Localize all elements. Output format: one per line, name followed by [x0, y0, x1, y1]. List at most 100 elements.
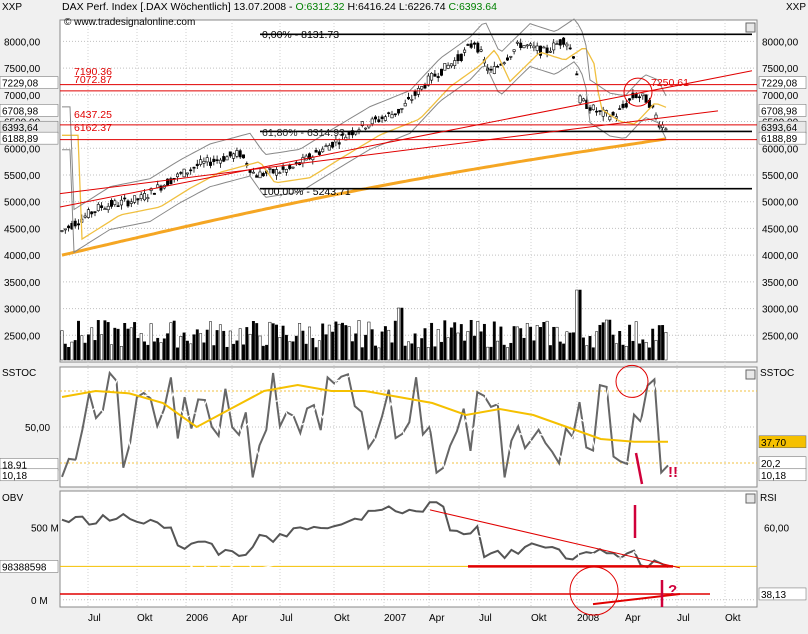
candle-body [146, 197, 150, 200]
candle-body [215, 159, 219, 161]
price-y-tick-left: 2500,00 [4, 331, 41, 342]
volume-bar [133, 322, 137, 361]
obv-label-left: OBV [2, 493, 24, 504]
volume-bar [657, 325, 661, 361]
candle-body [261, 173, 265, 177]
volume-bar [486, 346, 490, 361]
volume-bar [83, 342, 87, 361]
pane-close-button-0[interactable] [745, 22, 756, 33]
volume-bar [294, 335, 298, 361]
candle-body [496, 65, 500, 68]
candle-body [185, 172, 189, 175]
volume-bar [284, 334, 288, 361]
x-tick-label: Jul [479, 613, 492, 624]
price-y-tick-left: 3500,00 [4, 278, 41, 289]
volume-bar [321, 323, 325, 361]
volume-bar [496, 340, 500, 361]
volume-bar [618, 331, 622, 361]
candle-body [552, 42, 556, 51]
volume-bar [443, 320, 447, 361]
candle-body [591, 104, 595, 111]
candle-body [222, 156, 226, 162]
open-value: O:6312.32 [295, 1, 345, 13]
volume-bar [278, 337, 282, 361]
volume-bar [271, 323, 275, 361]
volume-bar [357, 320, 361, 361]
pane-close-button-1[interactable] [745, 369, 756, 380]
price-y-tick-right: 3500,00 [762, 278, 799, 289]
candle-body [93, 211, 97, 213]
volume-bar [562, 343, 566, 361]
volume-bar [100, 334, 104, 361]
candle-body [103, 208, 107, 211]
volume-bar [334, 321, 338, 361]
candle-body [548, 50, 552, 53]
candle-body [624, 103, 628, 108]
price-y-tick-right: 5500,00 [762, 171, 799, 182]
volume-bar [555, 326, 559, 361]
price-y-tick-right: 4000,00 [762, 251, 799, 262]
level-label-7250: 7250.61 [651, 77, 689, 89]
volume-bar [621, 344, 625, 361]
candle-body [641, 93, 645, 97]
volume-bar [420, 338, 424, 361]
candle-body [390, 114, 394, 119]
candle-body [119, 199, 123, 206]
volume-bar [182, 332, 186, 361]
candle-body [403, 103, 407, 107]
volume-bar [654, 340, 658, 361]
price-pane [59, 19, 758, 363]
candle-body [410, 99, 414, 101]
volume-bar [344, 325, 348, 361]
pane-close-button-2[interactable] [745, 493, 756, 504]
price-y-tick-left: 7500,00 [4, 64, 41, 75]
volume-bar [291, 341, 295, 361]
candle-body [492, 66, 496, 74]
price-badge-left-3: 6188,89 [2, 134, 39, 145]
candle-body [139, 194, 143, 199]
rsi-label-right: RSI [760, 493, 777, 504]
candle-body [525, 44, 529, 47]
volume-bar [370, 329, 374, 361]
candle-body [449, 63, 453, 67]
candle-body [387, 112, 391, 114]
candle-body [654, 114, 658, 119]
candle-body [439, 68, 443, 76]
volume-bar [608, 319, 612, 361]
volume-bar [301, 330, 305, 361]
volume-bar [387, 329, 391, 361]
fib-label-618: 61,80% - 6314.93 [262, 127, 345, 139]
candle-body [331, 141, 335, 148]
candle-body [453, 60, 457, 67]
volume-bar [542, 321, 546, 361]
candle-body [634, 93, 638, 98]
volume-bar [628, 324, 632, 361]
price-y-tick-left: 5500,00 [4, 171, 41, 182]
volume-bar [106, 322, 110, 361]
candle-body [123, 197, 127, 200]
volume-bar [506, 347, 509, 361]
candle-body [595, 110, 599, 113]
candle-body [301, 157, 305, 164]
candle-body [126, 200, 130, 207]
volume-bar [96, 320, 100, 361]
volume-bar [350, 341, 354, 361]
volume-bar [463, 340, 467, 361]
volume-bar [281, 325, 285, 361]
volume-bar [377, 347, 381, 361]
volume-bar [258, 335, 262, 361]
volume-bar [235, 340, 239, 361]
candle-body [377, 119, 381, 123]
volume-bar [638, 343, 641, 361]
candle-body [397, 108, 401, 114]
volume-bar [159, 342, 163, 361]
candle-body [532, 45, 536, 49]
volume-bar [189, 343, 193, 361]
volume-bar [459, 324, 463, 361]
volume-bar [113, 327, 117, 361]
volume-bar [440, 341, 443, 361]
x-tick-label: Okt [531, 613, 547, 624]
volume-bar [449, 327, 453, 361]
candle-body [218, 159, 222, 164]
volume-bar [67, 347, 71, 361]
